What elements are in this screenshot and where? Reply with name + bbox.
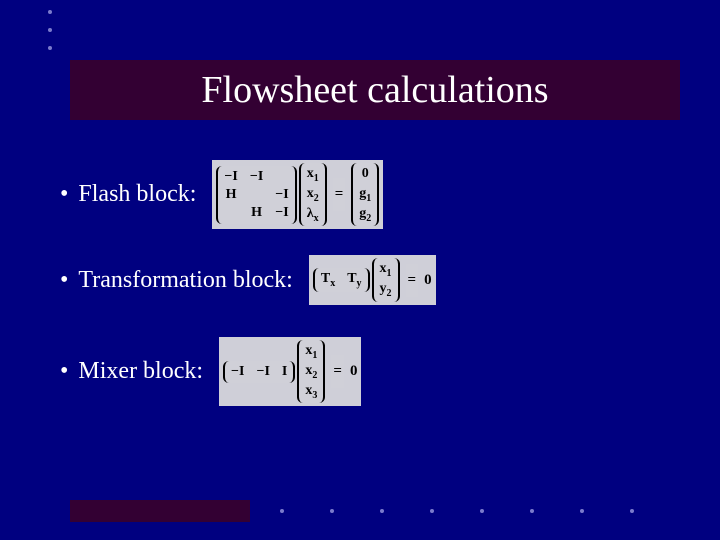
flash-label: Flash block: <box>78 181 196 208</box>
content-area: • Flash block: −I−I H−I H−I x1 x2 λx = 0… <box>60 160 690 436</box>
flash-equation: −I−I H−I H−I x1 x2 λx = 0 g1 g2 <box>212 160 383 229</box>
bullet-dot: • <box>60 358 68 385</box>
slide-title: Flowsheet calculations <box>201 68 548 112</box>
footer-decoration <box>0 500 720 522</box>
mixer-equation: −I −I I x1 x2 x3 = 0 <box>219 337 361 406</box>
bullet-transformation: • Transformation block: Tx Ty x1 y2 = 0 <box>60 255 690 305</box>
title-bar: Flowsheet calculations <box>70 60 680 120</box>
bullet-flash: • Flash block: −I−I H−I H−I x1 x2 λx = 0… <box>60 160 690 229</box>
footer-accent-block <box>70 500 250 522</box>
bullet-dot: • <box>60 267 68 294</box>
transformation-equation: Tx Ty x1 y2 = 0 <box>309 255 436 305</box>
decorative-dots-vertical <box>48 10 52 64</box>
transformation-label: Transformation block: <box>78 267 292 294</box>
decorative-dots-horizontal <box>280 509 634 513</box>
bullet-dot: • <box>60 181 68 208</box>
bullet-mixer: • Mixer block: −I −I I x1 x2 x3 = 0 <box>60 337 690 406</box>
mixer-label: Mixer block: <box>78 358 203 385</box>
